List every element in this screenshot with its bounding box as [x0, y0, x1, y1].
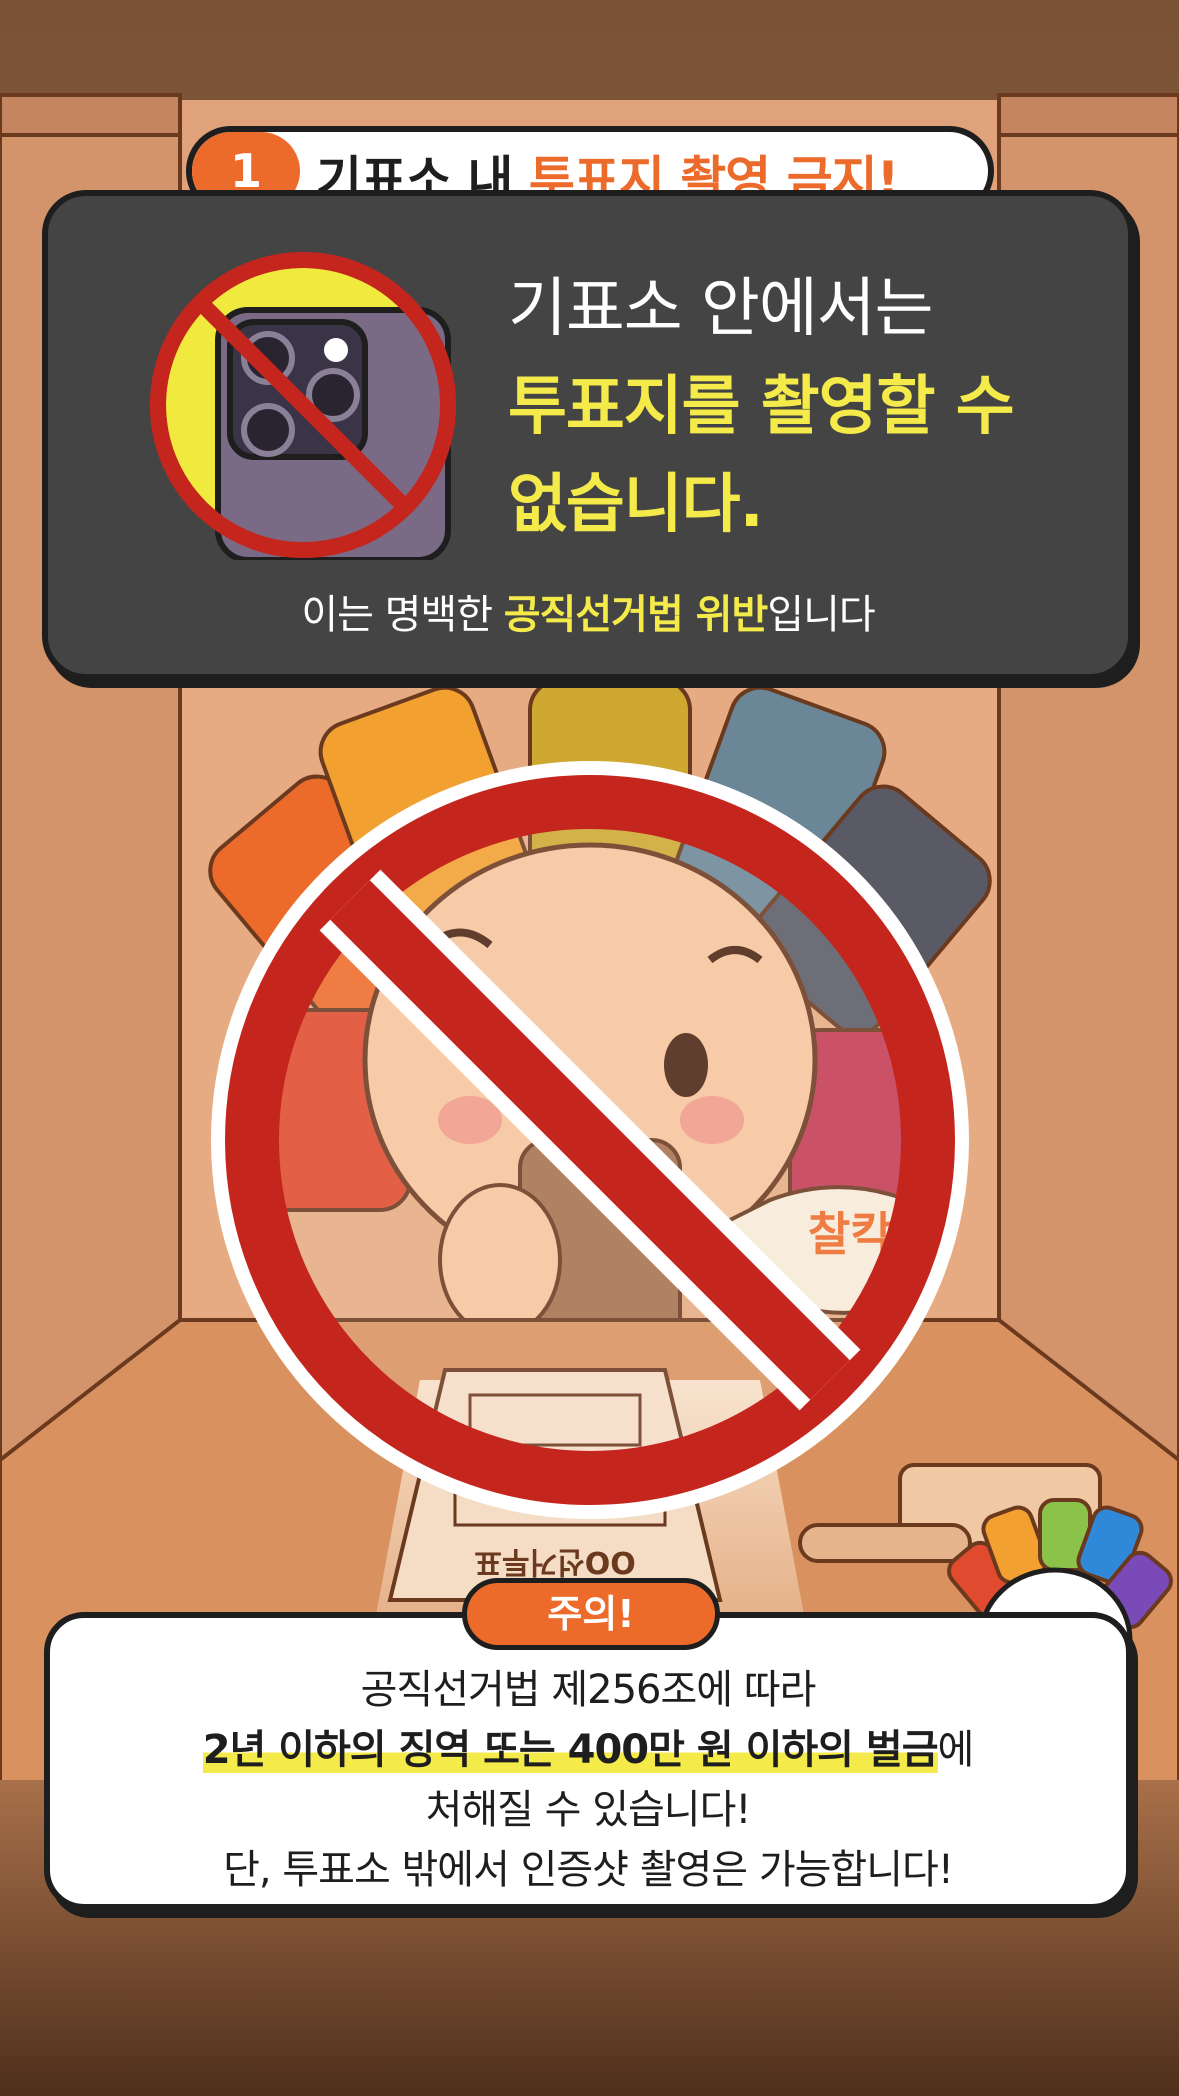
- headline-line-1: 기표소 안에서는: [508, 272, 934, 346]
- headline-line-2: 투표지를 촬영할 수: [508, 370, 1015, 444]
- notice-line-2: 2년 이하의 징역 또는 400만 원 이하의 벌금에: [44, 1720, 1132, 1780]
- subline-highlight: 공직선거법 위반: [503, 592, 769, 638]
- notice-line-2-after: 에: [937, 1727, 975, 1773]
- subline-before: 이는 명백한: [301, 592, 504, 638]
- notice-line-4: 단, 투표소 밖에서 인증샷 촬영은 가능합니다!: [223, 1847, 954, 1893]
- notice-line-2-highlight: 2년 이하의 징역 또는 400만 원 이하의 벌금: [202, 1727, 938, 1773]
- headline-line-3: 없습니다.: [508, 468, 764, 542]
- headline: 기표소 안에서는 투표지를 촬영할 수 없습니다.: [508, 260, 1128, 554]
- subline-after: 입니다: [767, 592, 875, 638]
- no-camera-icon: [150, 252, 456, 560]
- prohibition-sign-icon: [211, 761, 969, 1519]
- notice-line-3: 처해질 수 있습니다!: [425, 1787, 752, 1833]
- notice-body: 공직선거법 제256조에 따라 2년 이하의 징역 또는 400만 원 이하의 …: [44, 1660, 1132, 1900]
- subline: 이는 명백한 공직선거법 위반입니다: [42, 582, 1134, 640]
- notice-line-1: 공직선거법 제256조에 따라: [360, 1667, 817, 1713]
- ballot-text: OO선거투표: [474, 1544, 635, 1579]
- notice-label: 주의!: [462, 1578, 720, 1650]
